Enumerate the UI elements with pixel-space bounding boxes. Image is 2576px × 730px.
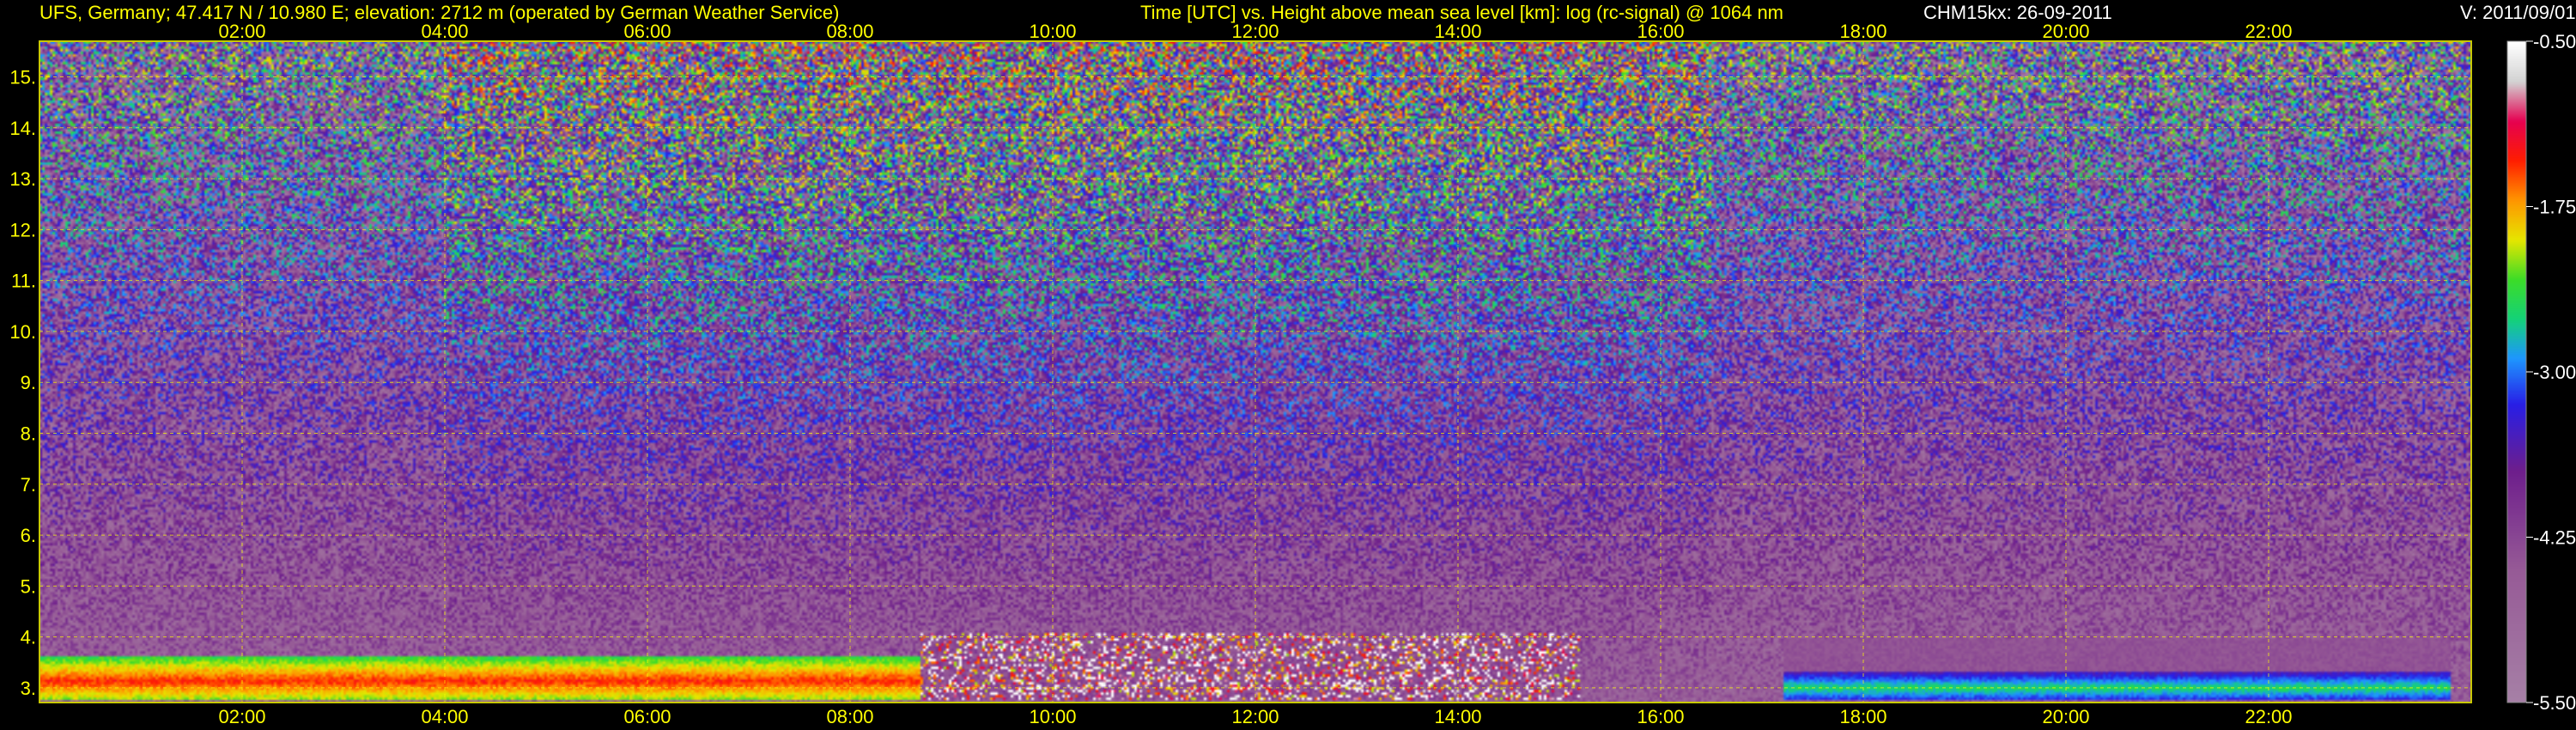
y-tick-0: 3. [21, 678, 36, 699]
y-tick-4: 7. [21, 474, 36, 496]
x-tick-top-1: 04:00 [421, 21, 468, 42]
colorbar-tick-3: -4.25 [2533, 527, 2576, 549]
colorbar-tick-1: -1.75 [2533, 197, 2576, 218]
x-tick-top-3: 08:00 [826, 21, 873, 42]
colorbar-gradient [2507, 41, 2526, 703]
x-tick-top-5: 12:00 [1231, 21, 1279, 42]
x-tick-bottom-7: 16:00 [1637, 706, 1684, 727]
version-label: V: 2011/09/01 [2460, 2, 2576, 23]
x-tick-bottom-0: 02:00 [218, 706, 265, 727]
x-tick-top-10: 22:00 [2245, 21, 2292, 42]
y-tick-3: 6. [21, 525, 36, 546]
ceilometer-plot: UFS, Germany; 47.417 N / 10.980 E; eleva… [0, 0, 2576, 730]
x-tick-top-8: 18:00 [1839, 21, 1886, 42]
y-tick-1: 4. [21, 627, 36, 648]
x-tick-bottom-5: 12:00 [1231, 706, 1279, 727]
x-tick-bottom-2: 06:00 [623, 706, 671, 727]
x-tick-top-2: 06:00 [623, 21, 671, 42]
y-tick-2: 5. [21, 575, 36, 597]
x-tick-top-4: 10:00 [1029, 21, 1076, 42]
colorbar-tick-0: -0.50 [2533, 31, 2576, 52]
x-tick-top-9: 20:00 [2042, 21, 2089, 42]
x-tick-bottom-4: 10:00 [1029, 706, 1076, 727]
y-tick-12: 15. [9, 66, 36, 88]
x-tick-bottom-9: 20:00 [2042, 706, 2089, 727]
y-tick-5: 8. [21, 423, 36, 444]
y-tick-11: 14. [9, 118, 36, 139]
y-tick-6: 9. [21, 372, 36, 393]
x-tick-top-7: 16:00 [1637, 21, 1684, 42]
x-tick-top-6: 14:00 [1434, 21, 1481, 42]
x-tick-top-0: 02:00 [218, 21, 265, 42]
colorbar-tick-4: -5.50 [2533, 692, 2576, 714]
x-tick-bottom-8: 18:00 [1839, 706, 1886, 727]
x-tick-bottom-10: 22:00 [2245, 706, 2292, 727]
x-tick-bottom-6: 14:00 [1434, 706, 1481, 727]
y-tick-8: 11. [11, 271, 36, 292]
y-tick-10: 13. [9, 168, 36, 190]
colorbar-tick-2: -3.00 [2533, 362, 2576, 383]
x-tick-bottom-1: 04:00 [421, 706, 468, 727]
x-tick-bottom-3: 08:00 [826, 706, 873, 727]
y-tick-9: 12. [9, 219, 36, 240]
y-tick-7: 10. [9, 321, 36, 343]
